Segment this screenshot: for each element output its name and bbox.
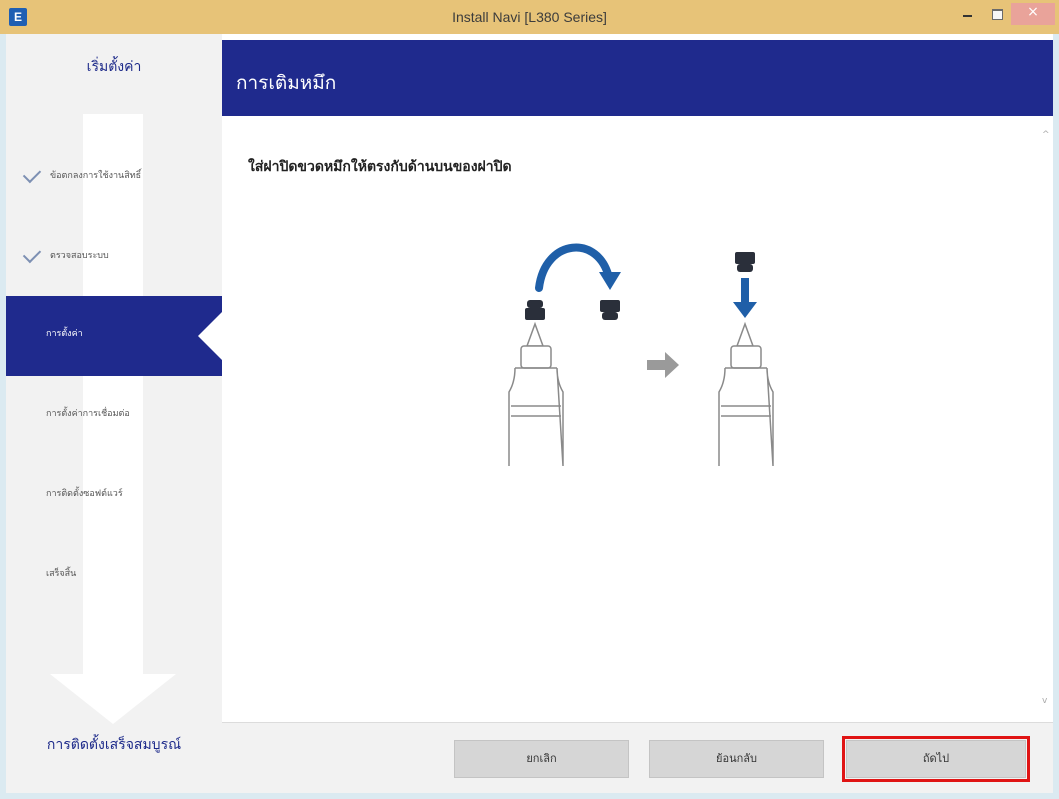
ink-bottle-icon: [718, 321, 774, 466]
sidebar-step-label: การตั้งค่าการเชื่อมต่อ: [46, 409, 130, 419]
bottle-cap-icon: [525, 300, 545, 320]
cancel-button[interactable]: ยกเลิก: [454, 740, 629, 778]
right-arrow-icon: [647, 352, 679, 378]
client-area: เริ่มตั้งค่า ข้อตกลงการใช้งานสิทธิ์ ตรวจ…: [6, 34, 1053, 793]
content-scrollbar[interactable]: ^ v: [1039, 130, 1053, 710]
sidebar-step-finish: เสร็จสิ้น: [6, 564, 222, 584]
sidebar-step-system-check: ตรวจสอบระบบ: [6, 244, 222, 266]
sidebar: เริ่มตั้งค่า ข้อตกลงการใช้งานสิทธิ์ ตรวจ…: [6, 34, 222, 793]
sidebar-step-label: ตรวจสอบระบบ: [50, 251, 109, 261]
scroll-up-icon[interactable]: ^: [1042, 130, 1050, 140]
maximize-button[interactable]: [983, 3, 1009, 25]
down-arrow-icon: [733, 302, 757, 318]
down-arrow-shaft: [741, 278, 749, 304]
ink-bottle-illustration: [508, 243, 774, 466]
minimize-button[interactable]: [955, 3, 981, 25]
sidebar-title: เริ่มตั้งค่า: [86, 59, 142, 75]
check-icon: [22, 244, 42, 264]
close-button[interactable]: [1011, 3, 1055, 25]
sidebar-step-software: การติดตั้งซอฟต์แวร์: [6, 484, 222, 504]
bottle-cap-flipped-icon: [600, 300, 620, 320]
next-button[interactable]: ถัดไป: [842, 736, 1030, 782]
page-header: การเติมหมึก: [222, 40, 1053, 116]
sidebar-footer: การติดตั้งเสร็จสมบูรณ์: [46, 737, 182, 753]
sidebar-step-license: ข้อตกลงการใช้งานสิทธิ์: [6, 164, 222, 186]
title-bar[interactable]: E Install Navi [L380 Series]: [0, 0, 1059, 34]
back-button[interactable]: ย้อนกลับ: [649, 740, 824, 778]
sidebar-step-label: การติดตั้งซอฟต์แวร์: [46, 489, 123, 499]
sidebar-step-label: เสร็จสิ้น: [46, 569, 77, 579]
bottle-cap-flipped-icon: [735, 252, 755, 272]
main-content: ใส่ฝาปิดขวดหมึกให้ตรงกับด้านบนของฝาปิด ^…: [222, 116, 1053, 716]
scroll-down-icon[interactable]: v: [1042, 696, 1050, 706]
page-title: การเติมหมึก: [236, 72, 337, 94]
sidebar-step-label: การตั้งค่า: [46, 329, 83, 339]
sidebar-step-label: ข้อตกลงการใช้งานสิทธิ์: [50, 171, 142, 181]
window-title: Install Navi [L380 Series]: [452, 9, 607, 25]
instruction-text: ใส่ฝาปิดขวดหมึกให้ตรงกับด้านบนของฝาปิด: [248, 159, 512, 175]
sidebar-step-setup-active: การตั้งค่า: [6, 296, 222, 376]
curved-arrow-icon: [535, 243, 613, 292]
check-icon: [22, 164, 42, 184]
installer-window: E Install Navi [L380 Series] เริ่มตั้งค่…: [0, 0, 1059, 799]
button-bar: ยกเลิก ย้อนกลับ ถัดไป: [222, 722, 1053, 793]
sidebar-step-connection: การตั้งค่าการเชื่อมต่อ: [6, 404, 222, 424]
progress-arrow-shaft: [83, 114, 143, 674]
curved-arrow-head: [599, 272, 621, 290]
progress-arrow-head: [50, 674, 176, 724]
ink-bottle-icon: [508, 321, 564, 466]
active-step-pointer: [198, 312, 222, 360]
